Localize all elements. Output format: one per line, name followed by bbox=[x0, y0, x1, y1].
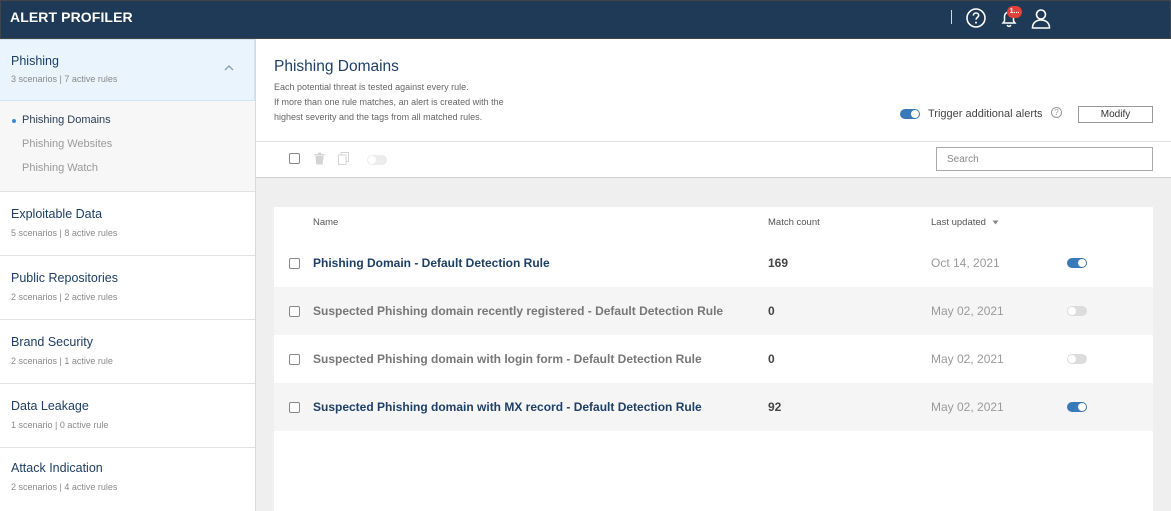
sidebar-category-attack-indication[interactable]: Attack Indication 2 scenarios | 4 active… bbox=[0, 448, 255, 511]
match-count: 169 bbox=[768, 256, 789, 270]
table-toolbar bbox=[256, 142, 1171, 178]
column-header-match-count[interactable]: Match count bbox=[768, 217, 820, 228]
category-subtitle: 5 scenarios | 8 active rules bbox=[11, 228, 118, 238]
phishing-scenario-list: Phishing Domains Phishing Websites Phish… bbox=[0, 101, 255, 192]
category-title: Data Leakage bbox=[11, 399, 89, 413]
column-header-label: Last updated bbox=[931, 217, 986, 228]
sidebar-category-brand-security[interactable]: Brand Security 2 scenarios | 1 active ru… bbox=[0, 320, 255, 384]
toggle-knob bbox=[1068, 307, 1076, 315]
category-subtitle: 2 scenarios | 2 active rules bbox=[11, 292, 118, 302]
column-header-last-updated[interactable]: Last updated bbox=[931, 217, 999, 228]
last-updated: May 02, 2021 bbox=[931, 352, 1004, 366]
toggle-knob bbox=[1068, 355, 1076, 363]
rule-name[interactable]: Suspected Phishing domain with login for… bbox=[313, 352, 702, 366]
category-subtitle: 1 scenario | 0 active rule bbox=[11, 420, 109, 430]
page-title: Phishing Domains bbox=[274, 58, 399, 75]
sidebar-category-phishing[interactable]: Phishing 3 scenarios | 7 active rules bbox=[0, 39, 255, 101]
copy-icon[interactable] bbox=[338, 152, 349, 165]
match-count: 92 bbox=[768, 400, 782, 414]
sidebar-item-phishing-watch[interactable]: Phishing Watch bbox=[22, 162, 98, 174]
category-subtitle: 2 scenarios | 4 active rules bbox=[11, 482, 118, 492]
app-title: ALERT PROFILER bbox=[10, 9, 133, 25]
notification-badge: 1... bbox=[1007, 6, 1022, 18]
sidebar-item-phishing-domains[interactable]: Phishing Domains bbox=[22, 114, 111, 126]
chevron-up-icon[interactable] bbox=[224, 64, 234, 71]
category-title: Public Repositories bbox=[11, 271, 118, 285]
category-subtitle: 2 scenarios | 1 active rule bbox=[11, 356, 113, 366]
rules-table: Name Match count Last updated Phishing D… bbox=[274, 207, 1153, 511]
description-line: highest severity and the tags from all m… bbox=[274, 112, 483, 122]
bulk-toggle[interactable] bbox=[367, 155, 387, 165]
user-icon[interactable] bbox=[1030, 7, 1052, 29]
row-checkbox[interactable] bbox=[289, 258, 300, 269]
row-checkbox[interactable] bbox=[289, 354, 300, 365]
rule-toggle[interactable] bbox=[1067, 354, 1087, 364]
rule-name[interactable]: Phishing Domain - Default Detection Rule bbox=[313, 256, 550, 270]
description-line: Each potential threat is tested against … bbox=[274, 82, 469, 92]
sort-down-icon bbox=[992, 220, 999, 225]
page-header: Phishing Domains Each potential threat i… bbox=[256, 39, 1171, 142]
column-header-name[interactable]: Name bbox=[313, 217, 338, 228]
last-updated: May 02, 2021 bbox=[931, 400, 1004, 414]
search-input[interactable] bbox=[936, 147, 1153, 171]
rule-toggle[interactable] bbox=[1067, 306, 1087, 316]
active-dot bbox=[12, 119, 16, 123]
table-row[interactable]: Phishing Domain - Default Detection Rule… bbox=[274, 239, 1153, 287]
last-updated: Oct 14, 2021 bbox=[931, 256, 1000, 270]
trash-icon[interactable] bbox=[314, 152, 325, 165]
modify-button[interactable]: Modify bbox=[1078, 106, 1153, 123]
toggle-knob bbox=[911, 110, 919, 118]
match-count: 0 bbox=[768, 304, 775, 318]
sidebar-category-data-leakage[interactable]: Data Leakage 1 scenario | 0 active rule bbox=[0, 384, 255, 448]
sidebar-category-public-repositories[interactable]: Public Repositories 2 scenarios | 2 acti… bbox=[0, 256, 255, 320]
trigger-alerts-toggle[interactable] bbox=[900, 109, 920, 119]
toggle-knob bbox=[368, 156, 376, 164]
help-icon[interactable] bbox=[965, 7, 987, 29]
sidebar-item-phishing-websites[interactable]: Phishing Websites bbox=[22, 138, 112, 150]
row-checkbox[interactable] bbox=[289, 306, 300, 317]
table-row[interactable]: Suspected Phishing domain with MX record… bbox=[274, 383, 1153, 431]
last-updated: May 02, 2021 bbox=[931, 304, 1004, 318]
rule-toggle[interactable] bbox=[1067, 258, 1087, 268]
rule-name[interactable]: Suspected Phishing domain with MX record… bbox=[313, 400, 702, 414]
table-row[interactable]: Suspected Phishing domain recently regis… bbox=[274, 287, 1153, 335]
category-title: Brand Security bbox=[11, 335, 93, 349]
table-row[interactable]: Suspected Phishing domain with login for… bbox=[274, 335, 1153, 383]
row-checkbox[interactable] bbox=[289, 402, 300, 413]
toggle-knob bbox=[1078, 403, 1086, 411]
category-title: Exploitable Data bbox=[11, 207, 103, 221]
category-subtitle: 3 scenarios | 7 active rules bbox=[11, 74, 118, 84]
main-panel: Phishing Domains Each potential threat i… bbox=[256, 39, 1171, 511]
select-all-checkbox[interactable] bbox=[289, 153, 300, 164]
sidebar: Phishing 3 scenarios | 7 active rules Ph… bbox=[0, 39, 256, 511]
sidebar-category-exploitable-data[interactable]: Exploitable Data 5 scenarios | 8 active … bbox=[0, 192, 255, 256]
top-bar: ALERT PROFILER 1... bbox=[0, 0, 1171, 39]
match-count: 0 bbox=[768, 352, 775, 366]
top-divider bbox=[951, 10, 952, 24]
trigger-alerts-label: Trigger additional alerts bbox=[928, 108, 1043, 120]
category-title: Phishing bbox=[11, 54, 59, 68]
description-line: If more than one rule matches, an alert … bbox=[274, 97, 504, 107]
category-title: Attack Indication bbox=[11, 461, 103, 475]
toggle-knob bbox=[1078, 259, 1086, 267]
rule-toggle[interactable] bbox=[1067, 402, 1087, 412]
rule-name[interactable]: Suspected Phishing domain recently regis… bbox=[313, 304, 723, 318]
help-icon[interactable]: ? bbox=[1051, 107, 1062, 118]
